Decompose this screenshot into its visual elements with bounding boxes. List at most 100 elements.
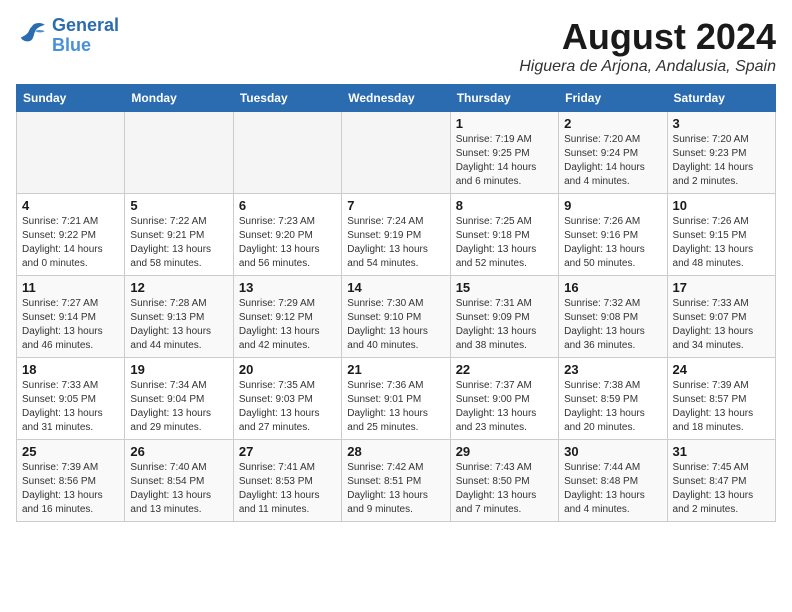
cell-content: Sunrise: 7:29 AM Sunset: 9:12 PM Dayligh… — [239, 297, 336, 353]
calendar-cell: 14Sunrise: 7:30 AM Sunset: 9:10 PM Dayli… — [342, 276, 450, 358]
logo-text: General Blue — [52, 16, 119, 56]
calendar-cell — [17, 112, 125, 194]
cell-content: Sunrise: 7:26 AM Sunset: 9:16 PM Dayligh… — [564, 215, 661, 271]
calendar-cell: 21 Sunrise: 7:36 AM Sunset: 9:01 PM Dayli… — [342, 358, 450, 440]
calendar-cell — [233, 112, 341, 194]
day-number: 30 — [564, 444, 661, 459]
calendar-cell — [342, 112, 450, 194]
weekday-header-sunday: Sunday — [17, 85, 125, 112]
calendar-cell: 16Sunrise: 7:32 AM Sunset: 9:08 PM Dayli… — [559, 276, 667, 358]
day-number: 24 — [673, 362, 770, 377]
weekday-header-friday: Friday — [559, 85, 667, 112]
calendar-body: 1 Sunrise: 7:19 AM Sunset: 9:25 PM Daylig… — [17, 112, 776, 522]
calendar-cell: 17 Sunrise: 7:33 AM Sunset: 9:07 PM Dayli… — [667, 276, 775, 358]
weekday-header-wednesday: Wednesday — [342, 85, 450, 112]
calendar-week-row: 4Sunrise: 7:21 AM Sunset: 9:22 PM Daylig… — [17, 194, 776, 276]
calendar-cell: 28 Sunrise: 7:42 AM Sunset: 8:51 PM Dayli… — [342, 440, 450, 522]
cell-content: Sunrise: 7:43 AM Sunset: 8:50 PM Dayligh… — [456, 461, 553, 517]
title-block: August 2024 Higuera de Arjona, Andalusia… — [519, 16, 776, 76]
calendar-week-row: 1 Sunrise: 7:19 AM Sunset: 9:25 PM Daylig… — [17, 112, 776, 194]
calendar-cell: 29 Sunrise: 7:43 AM Sunset: 8:50 PM Dayli… — [450, 440, 558, 522]
weekday-header-saturday: Saturday — [667, 85, 775, 112]
day-number: 21 — [347, 362, 444, 377]
day-number: 6 — [239, 198, 336, 213]
weekday-header-tuesday: Tuesday — [233, 85, 341, 112]
calendar-cell: 20Sunrise: 7:35 AM Sunset: 9:03 PM Dayli… — [233, 358, 341, 440]
day-number: 9 — [564, 198, 661, 213]
calendar-cell: 8 Sunrise: 7:25 AM Sunset: 9:18 PM Daylig… — [450, 194, 558, 276]
calendar-cell: 24 Sunrise: 7:39 AM Sunset: 8:57 PM Dayli… — [667, 358, 775, 440]
calendar-cell: 18 Sunrise: 7:33 AM Sunset: 9:05 PM Dayli… — [17, 358, 125, 440]
cell-content: Sunrise: 7:28 AM Sunset: 9:13 PM Dayligh… — [130, 297, 227, 353]
calendar-cell — [125, 112, 233, 194]
cell-content: Sunrise: 7:23 AM Sunset: 9:20 PM Dayligh… — [239, 215, 336, 271]
calendar-week-row: 18 Sunrise: 7:33 AM Sunset: 9:05 PM Dayli… — [17, 358, 776, 440]
calendar-cell: 3Sunrise: 7:20 AM Sunset: 9:23 PM Daylig… — [667, 112, 775, 194]
cell-content: Sunrise: 7:19 AM Sunset: 9:25 PM Dayligh… — [456, 133, 553, 189]
cell-content: Sunrise: 7:22 AM Sunset: 9:21 PM Dayligh… — [130, 215, 227, 271]
cell-content: Sunrise: 7:44 AM Sunset: 8:48 PM Dayligh… — [564, 461, 661, 517]
day-number: 5 — [130, 198, 227, 213]
cell-content: Sunrise: 7:21 AM Sunset: 9:22 PM Dayligh… — [22, 215, 119, 271]
calendar-cell: 2Sunrise: 7:20 AM Sunset: 9:24 PM Daylig… — [559, 112, 667, 194]
calendar-cell: 15 Sunrise: 7:31 AM Sunset: 9:09 PM Dayli… — [450, 276, 558, 358]
month-title: August 2024 — [519, 16, 776, 58]
calendar-cell: 19Sunrise: 7:34 AM Sunset: 9:04 PM Dayli… — [125, 358, 233, 440]
day-number: 1 — [456, 116, 553, 131]
day-number: 22 — [456, 362, 553, 377]
day-number: 28 — [347, 444, 444, 459]
cell-content: Sunrise: 7:31 AM Sunset: 9:09 PM Dayligh… — [456, 297, 553, 353]
page-header: General Blue August 2024 Higuera de Arjo… — [16, 16, 776, 76]
calendar-cell: 9 Sunrise: 7:26 AM Sunset: 9:16 PM Daylig… — [559, 194, 667, 276]
calendar-header: SundayMondayTuesdayWednesdayThursdayFrid… — [17, 85, 776, 112]
calendar-cell: 1 Sunrise: 7:19 AM Sunset: 9:25 PM Daylig… — [450, 112, 558, 194]
day-number: 17 — [673, 280, 770, 295]
calendar-cell: 4Sunrise: 7:21 AM Sunset: 9:22 PM Daylig… — [17, 194, 125, 276]
cell-content: Sunrise: 7:26 AM Sunset: 9:15 PM Dayligh… — [673, 215, 770, 271]
cell-content: Sunrise: 7:33 AM Sunset: 9:07 PM Dayligh… — [673, 297, 770, 353]
day-number: 7 — [347, 198, 444, 213]
cell-content: Sunrise: 7:38 AM Sunset: 8:59 PM Dayligh… — [564, 379, 661, 435]
weekday-header-monday: Monday — [125, 85, 233, 112]
calendar-table: SundayMondayTuesdayWednesdayThursdayFrid… — [16, 84, 776, 522]
cell-content: Sunrise: 7:40 AM Sunset: 8:54 PM Dayligh… — [130, 461, 227, 517]
cell-content: Sunrise: 7:39 AM Sunset: 8:57 PM Dayligh… — [673, 379, 770, 435]
calendar-cell: 30 Sunrise: 7:44 AM Sunset: 8:48 PM Dayli… — [559, 440, 667, 522]
day-number: 26 — [130, 444, 227, 459]
cell-content: Sunrise: 7:27 AM Sunset: 9:14 PM Dayligh… — [22, 297, 119, 353]
cell-content: Sunrise: 7:33 AM Sunset: 9:05 PM Dayligh… — [22, 379, 119, 435]
calendar-cell: 12 Sunrise: 7:28 AM Sunset: 9:13 PM Dayli… — [125, 276, 233, 358]
calendar-cell: 31Sunrise: 7:45 AM Sunset: 8:47 PM Dayli… — [667, 440, 775, 522]
cell-content: Sunrise: 7:24 AM Sunset: 9:19 PM Dayligh… — [347, 215, 444, 271]
calendar-cell: 26 Sunrise: 7:40 AM Sunset: 8:54 PM Dayli… — [125, 440, 233, 522]
day-number: 18 — [22, 362, 119, 377]
calendar-cell: 23 Sunrise: 7:38 AM Sunset: 8:59 PM Dayli… — [559, 358, 667, 440]
calendar-cell: 10Sunrise: 7:26 AM Sunset: 9:15 PM Dayli… — [667, 194, 775, 276]
cell-content: Sunrise: 7:41 AM Sunset: 8:53 PM Dayligh… — [239, 461, 336, 517]
day-number: 27 — [239, 444, 336, 459]
cell-content: Sunrise: 7:39 AM Sunset: 8:56 PM Dayligh… — [22, 461, 119, 517]
day-number: 15 — [456, 280, 553, 295]
logo: General Blue — [16, 16, 119, 56]
day-number: 19 — [130, 362, 227, 377]
cell-content: Sunrise: 7:36 AM Sunset: 9:01 PM Dayligh… — [347, 379, 444, 435]
cell-content: Sunrise: 7:42 AM Sunset: 8:51 PM Dayligh… — [347, 461, 444, 517]
logo-bird-icon — [16, 20, 48, 52]
weekday-header-thursday: Thursday — [450, 85, 558, 112]
day-number: 29 — [456, 444, 553, 459]
cell-content: Sunrise: 7:25 AM Sunset: 9:18 PM Dayligh… — [456, 215, 553, 271]
day-number: 3 — [673, 116, 770, 131]
cell-content: Sunrise: 7:37 AM Sunset: 9:00 PM Dayligh… — [456, 379, 553, 435]
day-number: 23 — [564, 362, 661, 377]
day-number: 12 — [130, 280, 227, 295]
day-number: 25 — [22, 444, 119, 459]
calendar-cell: 13 Sunrise: 7:29 AM Sunset: 9:12 PM Dayli… — [233, 276, 341, 358]
calendar-cell: 25 Sunrise: 7:39 AM Sunset: 8:56 PM Dayli… — [17, 440, 125, 522]
day-number: 13 — [239, 280, 336, 295]
calendar-cell: 7 Sunrise: 7:24 AM Sunset: 9:19 PM Daylig… — [342, 194, 450, 276]
day-number: 20 — [239, 362, 336, 377]
day-number: 14 — [347, 280, 444, 295]
calendar-week-row: 25 Sunrise: 7:39 AM Sunset: 8:56 PM Dayli… — [17, 440, 776, 522]
day-number: 8 — [456, 198, 553, 213]
calendar-cell: 11Sunrise: 7:27 AM Sunset: 9:14 PM Dayli… — [17, 276, 125, 358]
